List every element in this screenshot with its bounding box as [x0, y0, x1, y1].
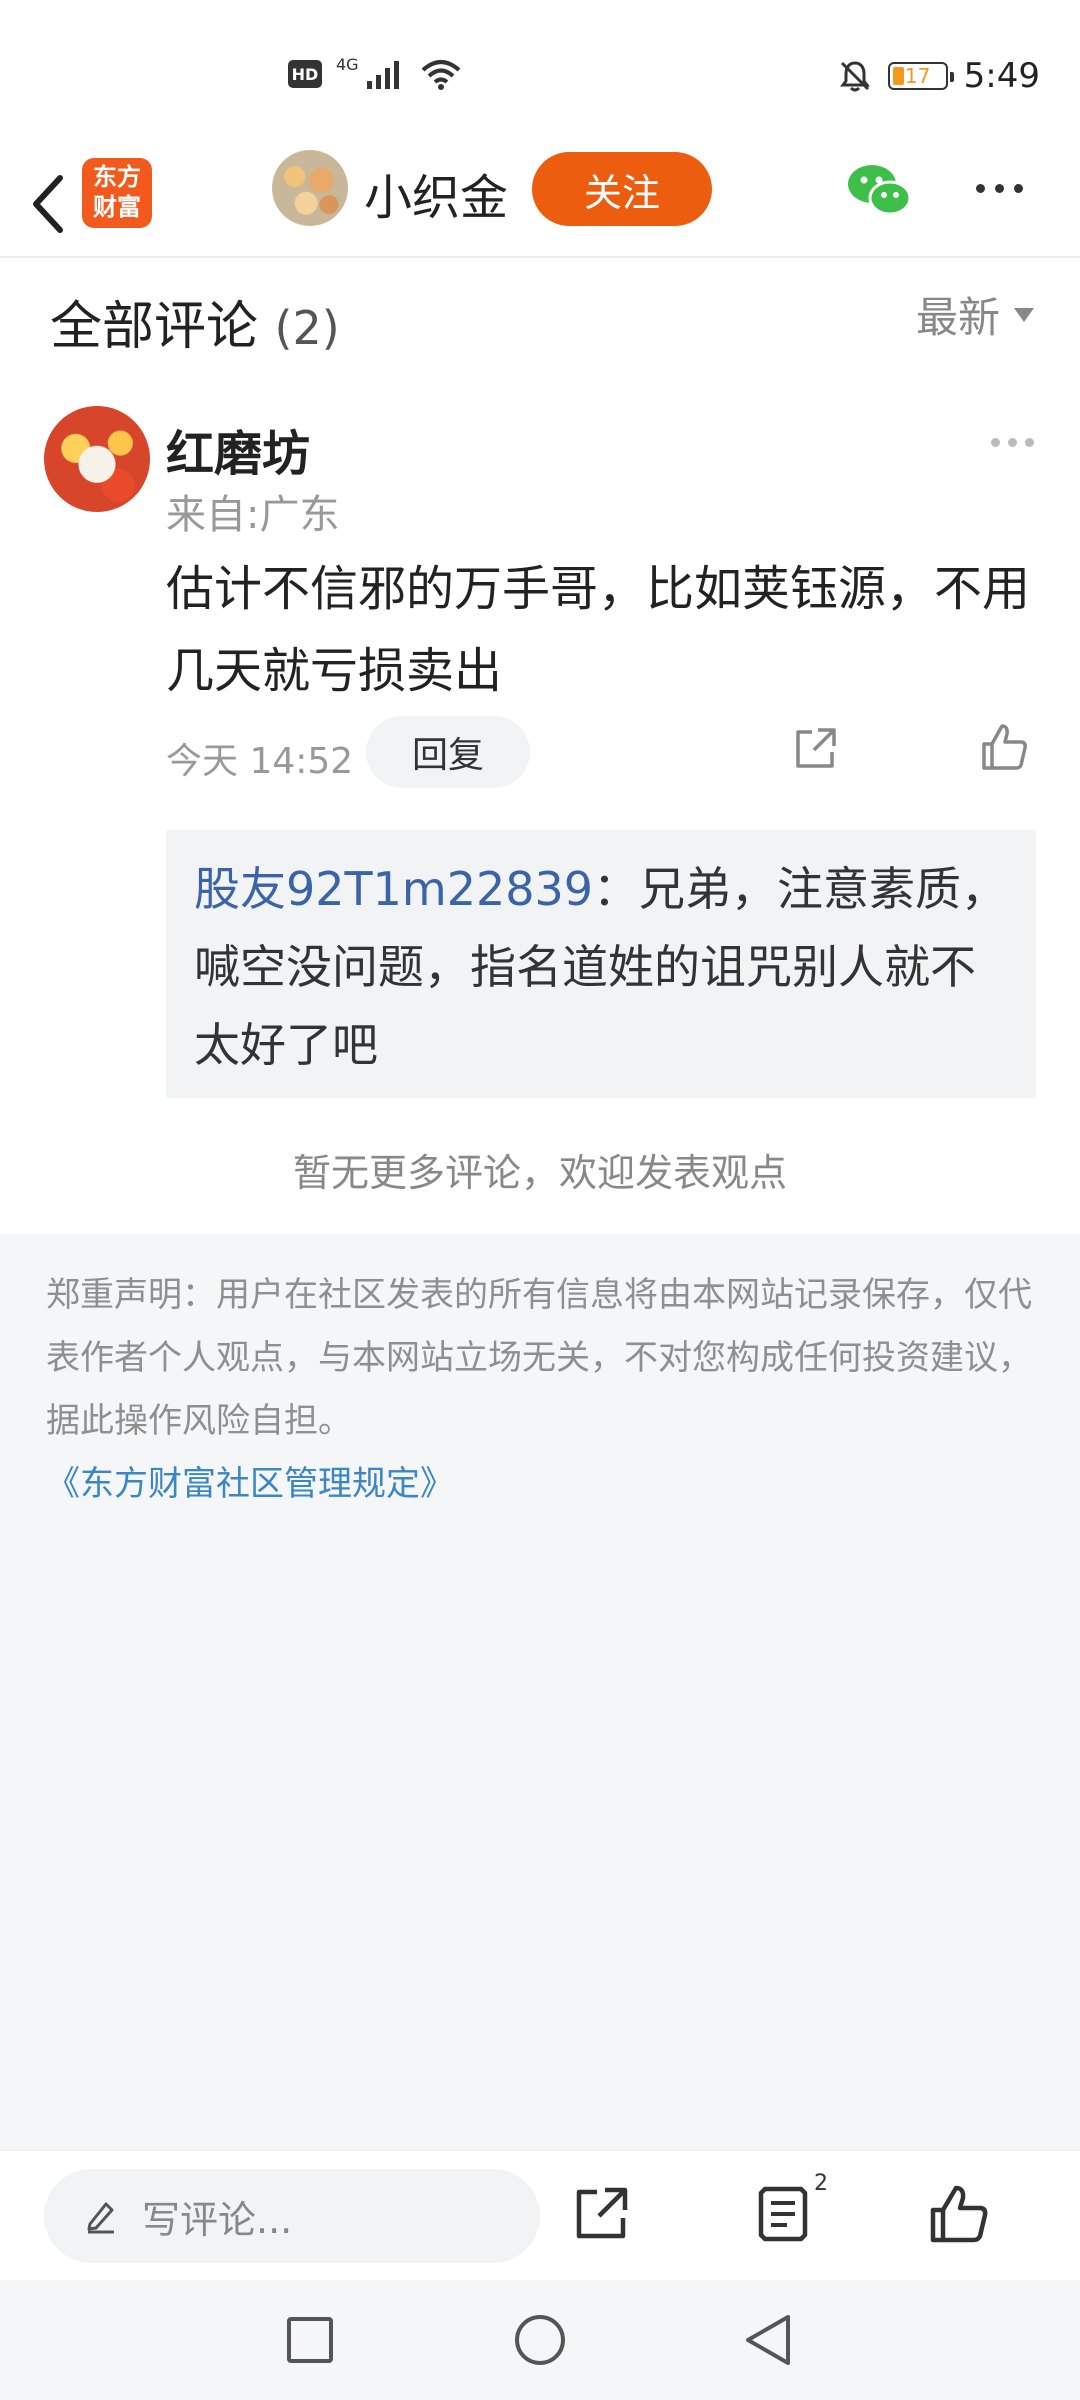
chevron-left-icon — [33, 175, 63, 233]
system-back-button[interactable] — [736, 2308, 800, 2372]
status-bar-network: HD 4G — [288, 54, 463, 90]
commenter-location: 来自:广东 — [166, 492, 340, 538]
write-comment-input[interactable]: 写评论... — [44, 2169, 540, 2263]
square-icon — [287, 2317, 333, 2363]
comment-list-icon — [758, 2186, 808, 2242]
sort-dropdown[interactable]: 最新 — [916, 284, 1034, 345]
follow-button[interactable]: 关注 — [532, 152, 712, 226]
app-logo-line2: 财富 — [93, 193, 141, 221]
comment-body: 估计不信邪的万手哥，比如荚钰源，不用几天就亏损卖出 — [166, 561, 1031, 699]
status-bar-right: 17 5:49 — [838, 56, 1040, 96]
mute-bell-icon — [839, 61, 870, 92]
reply-quote[interactable]: 股友92T1m22839：兄弟，注意素质，喊空没问题，指名道姓的诅咒别人就不太好… — [166, 830, 1036, 1098]
comments-count: (2) — [274, 301, 340, 355]
battery-icon: 17 — [887, 62, 954, 90]
commenter-name[interactable]: 红磨坊 — [166, 414, 310, 484]
triangle-left-icon — [746, 2315, 790, 2365]
circle-icon — [515, 2315, 565, 2365]
hd-icon: HD — [288, 60, 322, 88]
system-navigation-bar — [0, 2280, 1080, 2400]
wechat-share-icon[interactable] — [846, 162, 912, 218]
author-name[interactable]: 小织金 — [364, 158, 508, 228]
disclaimer-text: 郑重声明：用户在社区发表的所有信息将由本网站记录保存，仅代表作者个人观点，与本网… — [46, 1275, 1032, 1441]
recent-apps-button[interactable] — [278, 2308, 342, 2372]
battery-level: 17 — [904, 64, 931, 88]
share-button[interactable] — [566, 2179, 636, 2249]
thumbs-up-icon[interactable] — [980, 722, 1028, 772]
thumbs-up-icon — [930, 2185, 988, 2243]
app-logo[interactable]: 东方 财富 — [82, 158, 152, 228]
no-more-comments: 暂无更多评论，欢迎发表观点 — [292, 1151, 787, 1195]
comments-title: 全部评论 (2) — [50, 284, 340, 359]
wifi-icon — [421, 60, 460, 90]
top-header: 东方 财富 小织金 关注 — [0, 150, 1080, 258]
share-icon — [576, 2187, 628, 2239]
commenter-avatar[interactable] — [44, 406, 150, 512]
disclaimer-area: 郑重声明：用户在社区发表的所有信息将由本网站记录保存，仅代表作者个人观点，与本网… — [0, 1234, 1080, 2150]
status-time: 5:49 — [963, 56, 1040, 96]
comment-time: 今天 14:52 — [166, 741, 354, 782]
like-button[interactable] — [924, 2179, 994, 2249]
comments-title-label: 全部评论 — [50, 297, 259, 357]
comments-count-badge: 2 — [814, 2171, 828, 2196]
home-button[interactable] — [508, 2308, 572, 2372]
status-bar: HD 4G 17 5:49 — [0, 0, 1080, 150]
comment-more-icon[interactable] — [991, 438, 1034, 447]
community-rules-link[interactable]: 《东方财富社区管理规定》 — [46, 1456, 454, 1505]
app-logo-line1: 东方 — [93, 163, 141, 191]
author-avatar[interactable] — [272, 150, 348, 226]
network-type: 4G — [336, 54, 359, 74]
back-button[interactable] — [18, 170, 78, 238]
share-icon[interactable] — [792, 726, 838, 772]
signal-icon — [366, 61, 399, 89]
reply-button[interactable]: 回复 — [366, 716, 530, 788]
more-options-icon[interactable] — [976, 184, 1023, 193]
sort-label: 最新 — [915, 293, 1000, 342]
bottom-action-bar: 写评论... 2 — [0, 2150, 1080, 2280]
pencil-icon — [87, 2202, 114, 2234]
reply-user[interactable]: 股友92T1m22839 — [194, 862, 593, 916]
triangle-down-icon — [1014, 307, 1034, 322]
write-comment-placeholder: 写评论... — [142, 2197, 293, 2242]
comments-button[interactable] — [748, 2179, 818, 2249]
